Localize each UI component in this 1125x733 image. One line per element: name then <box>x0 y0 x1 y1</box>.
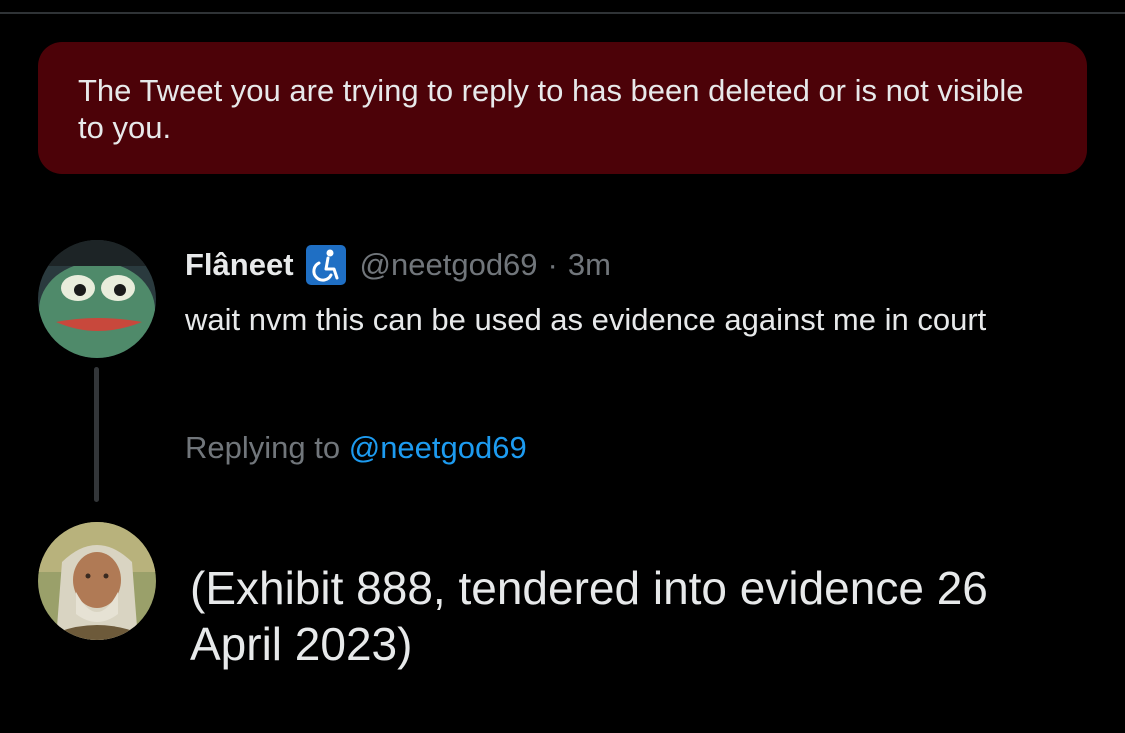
avatar[interactable] <box>38 240 156 358</box>
replying-to: Replying to @neetgod69 <box>185 430 527 466</box>
bearded-man-avatar-image <box>38 522 156 640</box>
replying-to-handle-link[interactable]: @neetgod69 <box>349 430 527 465</box>
tweet-text: wait nvm this can be used as evidence ag… <box>185 302 987 337</box>
thread-line <box>94 367 99 502</box>
error-banner-text: The Tweet you are trying to reply to has… <box>78 73 1024 145</box>
display-name[interactable]: Flâneet <box>185 247 294 283</box>
timestamp[interactable]: 3m <box>568 247 611 283</box>
reply-text: (Exhibit 888, tendered into evidence 26 … <box>190 562 988 670</box>
top-divider <box>0 0 1125 14</box>
replying-to-label: Replying to <box>185 430 341 465</box>
user-handle[interactable]: @neetgod69 <box>360 247 538 283</box>
header-separator: · <box>547 247 558 282</box>
frog-avatar-image <box>38 240 156 358</box>
avatar[interactable] <box>38 522 156 640</box>
wheelchair-icon <box>305 245 346 285</box>
tweet-header: Flâneet @neetgod69 · 3m <box>185 243 611 287</box>
error-banner: The Tweet you are trying to reply to has… <box>38 42 1087 174</box>
